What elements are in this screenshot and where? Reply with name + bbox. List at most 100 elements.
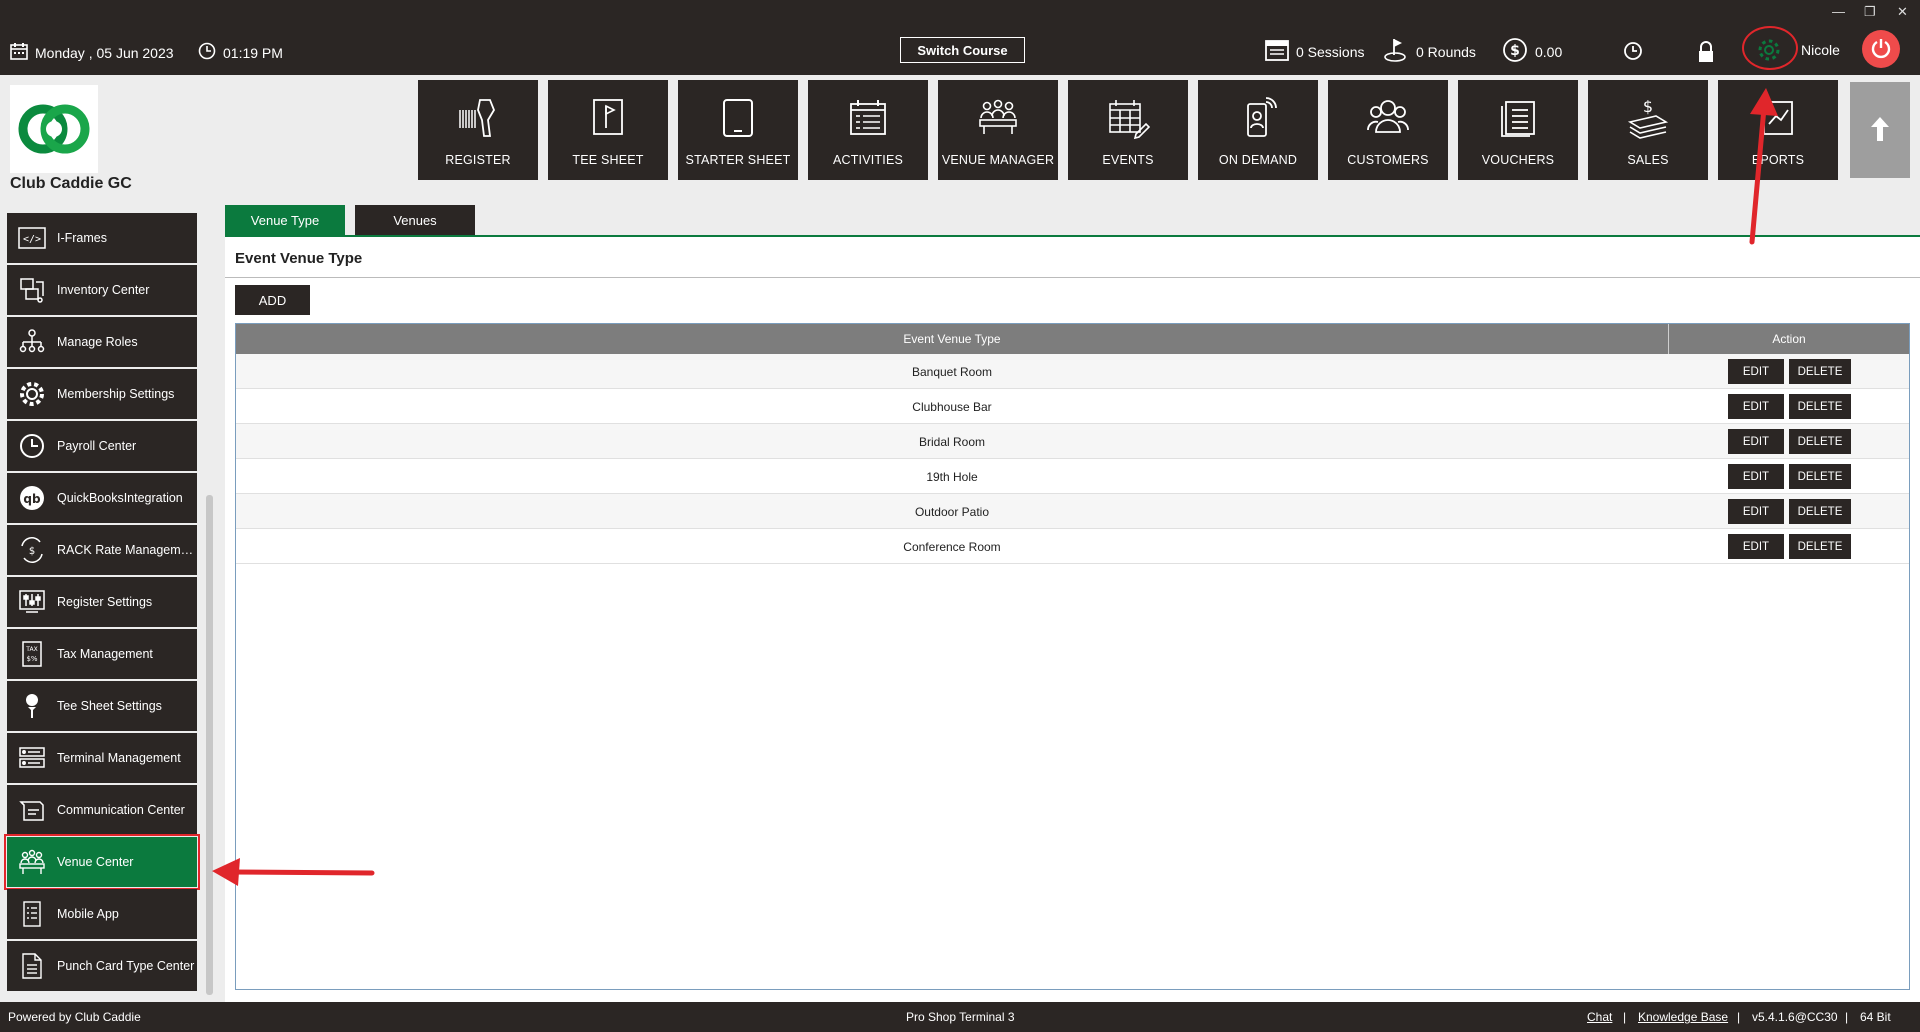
sidebar-item-label: Inventory Center: [57, 283, 150, 297]
delete-button[interactable]: DELETE: [1789, 534, 1851, 559]
nav-activities[interactable]: ACTIVITIES: [808, 80, 928, 180]
nav-sales[interactable]: $ SALES: [1588, 80, 1708, 180]
org-chart-icon: [17, 327, 47, 357]
edit-button[interactable]: EDIT: [1728, 499, 1784, 524]
close-icon[interactable]: ✕: [1897, 4, 1908, 20]
sidebar-item-rack-rate[interactable]: $ RACK Rate Manageme...: [7, 525, 197, 575]
sidebar-item-iframes[interactable]: </> I-Frames: [7, 213, 197, 263]
sidebar-item-label: Membership Settings: [57, 387, 175, 401]
nav-vouchers-label: VOUCHERS: [1481, 153, 1555, 167]
balance-display[interactable]: $ 0.00: [1502, 37, 1562, 66]
sessions-display[interactable]: 0 Sessions: [1265, 38, 1364, 65]
tax-icon: TAX $%: [17, 639, 47, 669]
edit-button[interactable]: EDIT: [1728, 429, 1784, 454]
sidebar-item-punch-card[interactable]: Punch Card Type Center: [7, 941, 197, 991]
tee-sheet-icon: [586, 96, 630, 143]
lock-icon[interactable]: [1697, 41, 1722, 63]
rounds-display[interactable]: 0 Rounds: [1383, 37, 1476, 66]
nav-reports[interactable]: EPORTS: [1718, 80, 1838, 180]
delete-button[interactable]: DELETE: [1789, 464, 1851, 489]
nav-reports-label: EPORTS: [1751, 153, 1805, 167]
sidebar-item-label: Punch Card Type Center: [57, 959, 195, 973]
nav-register[interactable]: REGISTER: [418, 80, 538, 180]
sidebar-item-quickbooks[interactable]: qb QuickBooksIntegration: [7, 473, 197, 523]
status-footer: Powered by Club Caddie Pro Shop Terminal…: [0, 1002, 1920, 1032]
settings-sidebar: </> I-Frames Inventory Center Manage Rol…: [0, 200, 215, 1002]
delete-button[interactable]: DELETE: [1789, 499, 1851, 524]
edit-button[interactable]: EDIT: [1728, 359, 1784, 384]
minimize-icon[interactable]: —: [1832, 4, 1845, 19]
tablet-icon: [716, 96, 760, 143]
nav-events-label: EVENTS: [1102, 153, 1154, 167]
nav-tee-sheet[interactable]: TEE SHEET: [548, 80, 668, 180]
calendar-pen-icon: [1106, 96, 1151, 143]
sidebar-item-label: I-Frames: [57, 231, 107, 245]
sidebar-item-tee-sheet-settings[interactable]: Tee Sheet Settings: [7, 681, 197, 731]
sessions-text: 0 Sessions: [1296, 43, 1365, 60]
venue-type-table: Event Venue Type Action Banquet Room EDI…: [235, 323, 1910, 990]
sidebar-item-tax-management[interactable]: TAX $% Tax Management: [7, 629, 197, 679]
svg-text:$: $: [1510, 43, 1520, 59]
report-chart-icon: [1756, 96, 1800, 143]
restore-icon[interactable]: ❐: [1864, 4, 1876, 20]
nav-starter-sheet[interactable]: STARTER SHEET: [678, 80, 798, 180]
table-row: Bridal Room EDIT DELETE: [236, 424, 1909, 459]
delete-button[interactable]: DELETE: [1789, 394, 1851, 419]
nav-vouchers[interactable]: VOUCHERS: [1458, 80, 1578, 180]
tab-venues[interactable]: Venues: [355, 205, 475, 235]
quickbooks-icon: qb: [17, 483, 47, 513]
sidebar-scrollbar[interactable]: [206, 495, 213, 995]
venue-type-name: Clubhouse Bar: [912, 399, 992, 414]
delete-button[interactable]: DELETE: [1789, 429, 1851, 454]
arrow-up-icon: [1869, 115, 1891, 146]
golf-tee-icon: [17, 691, 47, 721]
people-icon: [1366, 96, 1410, 143]
switch-course-button[interactable]: Switch Course: [900, 37, 1025, 63]
nav-register-label: REGISTER: [445, 153, 511, 167]
add-button[interactable]: ADD: [235, 285, 310, 315]
sidebar-item-venue-center[interactable]: Venue Center: [4, 834, 200, 890]
edit-button[interactable]: EDIT: [1728, 464, 1784, 489]
club-name: Club Caddie GC: [10, 175, 132, 192]
user-name-text: Nicole: [1801, 42, 1840, 58]
venue-type-panel: Event Venue Type ADD Event Venue Type Ac…: [225, 237, 1920, 1002]
svg-text:$: $: [29, 546, 35, 557]
knowledge-base-link[interactable]: Knowledge Base: [1638, 1010, 1728, 1024]
column-header-venue-type[interactable]: Event Venue Type: [236, 324, 1668, 354]
sidebar-item-label: Manage Roles: [57, 335, 138, 349]
table-row: Conference Room EDIT DELETE: [236, 529, 1909, 564]
powered-by-text: Powered by Club Caddie: [8, 1010, 141, 1024]
scroll-up-button[interactable]: [1850, 82, 1910, 178]
sidebar-item-register-settings[interactable]: Register Settings: [7, 577, 197, 627]
time-display: 01:19 PM: [198, 42, 283, 63]
edit-button[interactable]: EDIT: [1728, 534, 1784, 559]
power-button[interactable]: [1862, 30, 1900, 68]
user-name[interactable]: Nicole: [1801, 42, 1840, 58]
chat-link[interactable]: Chat: [1587, 1010, 1612, 1024]
mobile-list-icon: [17, 899, 47, 929]
history-clock-icon[interactable]: [1623, 41, 1650, 61]
balance-text: 0.00: [1535, 43, 1563, 60]
sidebar-item-manage-roles[interactable]: Manage Roles: [7, 317, 197, 367]
svg-text:TAX: TAX: [25, 646, 37, 653]
sidebar-item-communication-center[interactable]: Communication Center: [7, 785, 197, 835]
sidebar-item-label: Register Settings: [57, 595, 153, 609]
sidebar-item-label: Mobile App: [57, 907, 119, 921]
sidebar-item-inventory-center[interactable]: Inventory Center: [7, 265, 197, 315]
sidebar-item-mobile-app[interactable]: Mobile App: [7, 889, 197, 939]
sidebar-item-terminal-management[interactable]: Terminal Management: [7, 733, 197, 783]
edit-button[interactable]: EDIT: [1728, 394, 1784, 419]
tab-venue-type[interactable]: Venue Type: [225, 205, 345, 235]
sidebar-item-membership-settings[interactable]: Membership Settings: [7, 369, 197, 419]
nav-venue-manager[interactable]: VENUE MANAGER: [938, 80, 1058, 180]
dollar-icon: $: [1502, 37, 1535, 66]
delete-button[interactable]: DELETE: [1789, 359, 1851, 384]
nav-on-demand[interactable]: ON DEMAND: [1198, 80, 1318, 180]
terminal-name: Pro Shop Terminal 3: [906, 1010, 1015, 1024]
club-logo: [10, 85, 98, 173]
sidebar-item-payroll-center[interactable]: Payroll Center: [7, 421, 197, 471]
table-row: Clubhouse Bar EDIT DELETE: [236, 389, 1909, 424]
nav-customers[interactable]: CUSTOMERS: [1328, 80, 1448, 180]
nav-events[interactable]: EVENTS: [1068, 80, 1188, 180]
rounds-text: 0 Rounds: [1416, 43, 1476, 60]
